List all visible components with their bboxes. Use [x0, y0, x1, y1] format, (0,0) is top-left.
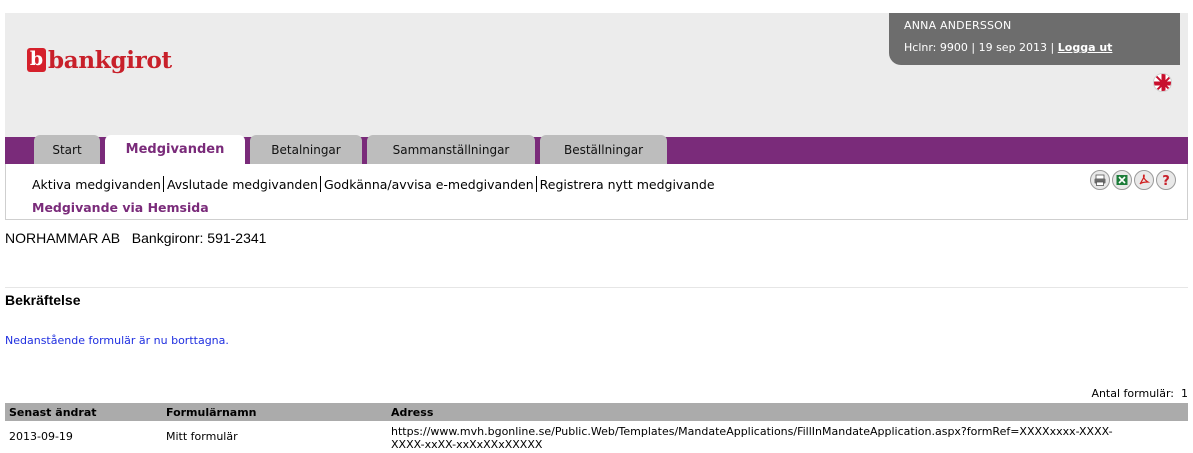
cell-date: 2013-09-19: [9, 430, 73, 443]
col-adress[interactable]: Adress: [391, 406, 433, 419]
pdf-icon[interactable]: [1134, 170, 1154, 190]
company-name: NORHAMMAR AB: [5, 230, 121, 246]
tab-bestallningar[interactable]: Beställningar: [540, 135, 667, 164]
cell-form-name: Mitt formulär: [166, 430, 238, 443]
meta-separator: |: [1050, 41, 1058, 54]
table-row[interactable]: 2013-09-19 Mitt formulär https://www.mvh…: [5, 421, 1188, 453]
tab-medgivanden[interactable]: Medgivanden: [105, 135, 245, 164]
svg-text:?: ?: [1162, 174, 1170, 189]
subnav-separator: [162, 176, 164, 192]
bankgiro-number: Bankgironr: 591-2341: [131, 230, 267, 246]
tab-label: Start: [52, 143, 82, 157]
uk-flag-icon[interactable]: [1153, 73, 1172, 92]
bankgirot-logo-mark: b: [27, 48, 46, 72]
tab-start[interactable]: Start: [34, 135, 100, 164]
tab-label: Betalningar: [271, 143, 341, 157]
print-icon[interactable]: [1090, 170, 1110, 190]
bankgirot-logo[interactable]: b bankgirot: [27, 45, 172, 75]
bankgirot-logo-text: bankgirot: [48, 46, 172, 74]
session-date: 19 sep 2013: [978, 41, 1048, 54]
tab-label: Sammanställningar: [392, 143, 510, 157]
excel-icon[interactable]: [1112, 170, 1132, 190]
form-count-value: 1: [1181, 387, 1188, 400]
subnav-links: Aktiva medgivanden Avslutade medgivanden G…: [32, 176, 715, 192]
user-name: ANNA ANDERSSON: [904, 19, 1012, 32]
subnav-separator: [319, 176, 321, 192]
form-count: Antal formulär: 1: [1091, 387, 1188, 400]
help-icon[interactable]: ?: [1156, 170, 1176, 190]
meta-separator: |: [971, 41, 979, 54]
logout-link[interactable]: Logga ut: [1058, 41, 1113, 54]
subnav-aktiva-medgivanden[interactable]: Aktiva medgivanden: [32, 177, 161, 192]
page: b bankgirot ANNA ANDERSSON Hclnr: 9900 |…: [0, 0, 1193, 453]
subnav-godkanna-avvisa[interactable]: Godkänna/avvisa e-medgivanden: [324, 177, 534, 192]
user-info-box: ANNA ANDERSSON Hclnr: 9900 | 19 sep 2013…: [889, 13, 1180, 65]
col-senast-andrat[interactable]: Senast ändrat: [9, 406, 97, 419]
subnav-separator: [535, 176, 537, 192]
user-meta: Hclnr: 9900 | 19 sep 2013 | Logga ut: [904, 41, 1112, 54]
hclnr: Hclnr: 9900: [904, 41, 968, 54]
subnav-registrera-nytt[interactable]: Registrera nytt medgivande: [540, 177, 715, 192]
confirmation-message: Nedanstående formulär är nu borttagna.: [5, 334, 229, 347]
tab-betalningar[interactable]: Betalningar: [250, 135, 362, 164]
tab-label: Beställningar: [563, 143, 644, 157]
subnav-avslutade-medgivanden[interactable]: Avslutade medgivanden: [167, 177, 318, 192]
company-info: NORHAMMAR AB Bankgironr: 591-2341: [5, 230, 266, 246]
section-title: Bekräftelse: [5, 292, 81, 308]
cell-address: https://www.mvh.bgonline.se/Public.Web/T…: [391, 425, 1113, 451]
table-header: Senast ändrat Formulärnamn Adress: [5, 403, 1188, 421]
col-formularnamn[interactable]: Formulärnamn: [166, 406, 257, 419]
tab-label: Medgivanden: [125, 142, 225, 157]
form-count-label: Antal formulär:: [1091, 387, 1174, 400]
divider: [5, 287, 1188, 288]
subnav-active-medgivande-via-hemsida[interactable]: Medgivande via Hemsida: [32, 200, 209, 215]
toolbar-icons: ?: [1090, 170, 1176, 190]
tab-sammanstallningar[interactable]: Sammanställningar: [367, 135, 535, 164]
